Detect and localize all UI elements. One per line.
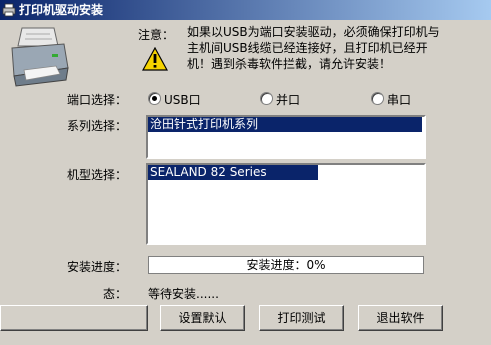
usb-port-label[interactable]: USB口 (164, 91, 201, 108)
model-listbox[interactable]: SEALAND 82 Series (146, 163, 426, 245)
set-default-button[interactable]: 设置默认 (160, 305, 245, 331)
notice-text: 如果以USB为端口安装驱动，必须确保打印机与主机间USB线缆已经连接好，且打印机… (187, 25, 440, 71)
progress-label: 安装进度： (67, 260, 128, 274)
list-item[interactable]: SEALAND 82 Series (148, 165, 318, 180)
usb-port-radio[interactable] (148, 92, 161, 105)
parallel-port-radio[interactable] (260, 92, 273, 105)
install-progress-bar: 安装进度：0% (148, 256, 424, 274)
status-value: 等待安装...... (148, 287, 219, 301)
unnamed-button[interactable] (0, 305, 148, 331)
serial-port-label[interactable]: 串口 (387, 91, 411, 108)
warning-icon (142, 47, 168, 71)
notice-label: 注意： (138, 28, 175, 42)
test-print-button[interactable]: 打印测试 (259, 305, 344, 331)
port-label: 端口选择： (67, 93, 128, 107)
printer-icon (2, 3, 16, 17)
progress-text: 安装进度：0% (246, 258, 326, 272)
serial-port-radio[interactable] (371, 92, 384, 105)
model-label: 机型选择： (67, 168, 128, 182)
window-title: 打印机驱动安装 (19, 3, 104, 17)
series-listbox[interactable]: 沧田针式打印机系列 (146, 115, 426, 159)
list-item[interactable]: 沧田针式打印机系列 (148, 117, 422, 132)
status-label: 态： (103, 287, 128, 301)
title-bar: 打印机驱动安装 (0, 0, 491, 20)
parallel-port-label[interactable]: 并口 (276, 91, 300, 108)
printer-icon (11, 27, 69, 87)
series-label: 系列选择： (67, 119, 128, 133)
exit-software-button[interactable]: 退出软件 (358, 305, 443, 331)
